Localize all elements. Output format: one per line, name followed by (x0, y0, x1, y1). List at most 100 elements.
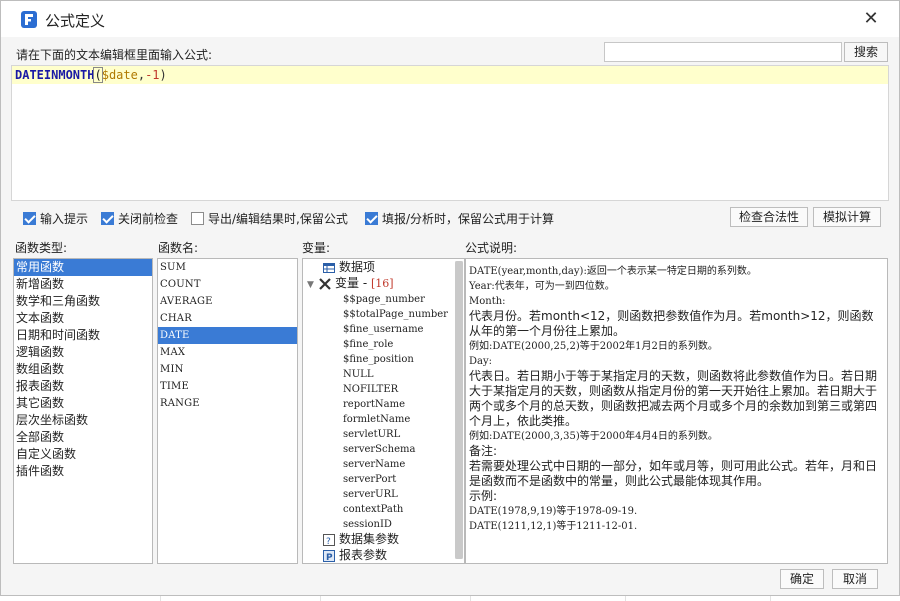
editor-close-paren: ) (159, 68, 167, 82)
function-types-heading: 函数类型: (15, 241, 68, 255)
variable-item[interactable]: formletName (343, 412, 410, 427)
variable-item[interactable]: $fine_role (343, 337, 393, 352)
function-type-item[interactable]: 逻辑函数 (14, 344, 152, 361)
function-type-item[interactable]: 层次坐标函数 (14, 412, 152, 429)
variable-item[interactable]: reportName (343, 397, 405, 412)
function-type-item[interactable]: 报表函数 (14, 378, 152, 395)
editor-variable-token: $date (101, 68, 138, 82)
data-items-label: 数据项 (339, 260, 376, 274)
keep-formula-on-fill-option[interactable]: 填报/分析时，保留公式用于计算 (365, 210, 554, 227)
check-before-close-checkbox[interactable] (101, 212, 114, 225)
function-type-item[interactable]: 插件函数 (14, 463, 152, 480)
function-type-item[interactable]: 文本函数 (14, 310, 152, 327)
dataset-params-node[interactable]: ? 数据集参数 (323, 532, 399, 547)
variable-item[interactable]: contextPath (343, 502, 403, 517)
variables-count: [16] (370, 277, 394, 290)
check-before-close-label: 关闭前检查 (118, 212, 179, 226)
description-line: Day: (469, 356, 492, 367)
variable-item[interactable]: $$page_number (343, 292, 425, 307)
description-line: DATE(1978,9,19)等于1978-09-19. (469, 506, 638, 517)
description-line: 例如:DATE(2000,25,2)等于2002年1月2日的系列数。 (469, 341, 718, 352)
variable-item[interactable]: serverName (343, 457, 405, 472)
title-bar: 公式定义 ✕ (1, 1, 899, 37)
variables-scrollbar[interactable] (455, 261, 463, 559)
search-button[interactable]: 搜索 (844, 42, 888, 62)
function-name-item[interactable]: RANGE (158, 395, 297, 412)
function-name-item[interactable]: DATE (158, 327, 297, 344)
close-icon[interactable]: ✕ (861, 9, 881, 29)
description-line: DATE(1211,12,1)等于1211-12-01. (469, 521, 638, 532)
simulate-calc-button[interactable]: 模拟计算 (813, 207, 881, 227)
editor-number-token: -1 (145, 68, 160, 82)
report-params-icon: P (323, 549, 335, 563)
search-input[interactable] (604, 42, 842, 62)
cancel-button[interactable]: 取消 (832, 569, 878, 589)
variable-item[interactable]: $$totalPage_number (343, 307, 448, 322)
variable-item[interactable]: servletURL (343, 427, 400, 442)
keep-formula-on-export-checkbox[interactable] (191, 212, 204, 225)
editor-comma: , (137, 68, 146, 82)
input-hint-label: 输入提示 (40, 212, 89, 226)
function-type-item[interactable]: 自定义函数 (14, 446, 152, 463)
function-types-list[interactable]: 常用函数 新增函数 数学和三角函数 文本函数 日期和时间函数 逻辑函数 数组函数… (13, 258, 153, 564)
function-name-item[interactable]: AVERAGE (158, 293, 297, 310)
variables-scroll-thumb[interactable] (455, 261, 463, 559)
variable-item[interactable]: sessionID (343, 517, 392, 532)
function-name-item[interactable]: SUM (158, 259, 297, 276)
description-line: 备注: (469, 444, 498, 458)
report-params-label: 报表参数 (339, 548, 388, 562)
description-line: Year:代表年，可为一到四位数。 (469, 281, 615, 292)
variable-item[interactable]: $fine_username (343, 322, 423, 337)
formula-definition-dialog: 公式定义 ✕ 请在下面的文本编辑框里面输入公式: 搜索 DATEINMONTH(… (0, 0, 900, 596)
input-hint-checkbox[interactable] (23, 212, 36, 225)
check-before-close-option[interactable]: 关闭前检查 (101, 210, 178, 227)
description-line: DATE(year,month,day):返回一个表示某一特定日期的系列数。 (469, 266, 757, 277)
variables-group-dash: - (359, 276, 371, 290)
function-name-item[interactable]: COUNT (158, 276, 297, 293)
chevron-down-icon[interactable]: ▼ (307, 278, 319, 293)
function-type-item[interactable]: 全部函数 (14, 429, 152, 446)
function-type-item[interactable]: 其它函数 (14, 395, 152, 412)
function-name-item[interactable]: CHAR (158, 310, 297, 327)
function-type-item[interactable]: 数学和三角函数 (14, 293, 152, 310)
ok-button[interactable]: 确定 (780, 569, 824, 589)
keep-formula-on-export-option[interactable]: 导出/编辑结果时,保留公式 (191, 210, 348, 227)
function-type-item[interactable]: 数组函数 (14, 361, 152, 378)
data-items-node[interactable]: 数据项 (323, 260, 375, 275)
table-icon (323, 262, 335, 274)
variables-group-label: 变量 (335, 276, 360, 290)
variable-item[interactable]: serverPort (343, 472, 396, 487)
variable-item[interactable]: $fine_position (343, 352, 414, 367)
function-type-item[interactable]: 新增函数 (14, 276, 152, 293)
svg-text:?: ? (326, 537, 331, 546)
variables-heading: 变量: (302, 241, 331, 255)
description-line: Month: (469, 296, 506, 307)
function-type-item[interactable]: 日期和时间函数 (14, 327, 152, 344)
variable-item[interactable]: serverURL (343, 487, 398, 502)
variable-item[interactable]: serverSchema (343, 442, 415, 457)
editor-current-line[interactable]: DATEINMONTH($date,-1) (12, 66, 888, 84)
function-name-item[interactable]: TIME (158, 378, 297, 395)
editor-function-token: DATEINMONTH (15, 68, 95, 82)
variables-tree[interactable]: 数据项 ▼ 变量 - [16] $$page_number $$totalPage… (302, 258, 465, 564)
description-line: 代表日。若日期小于等于某指定月的天数，则函数将此参数值作为日。若日期大于某指定月… (469, 369, 878, 428)
function-type-item[interactable]: 常用函数 (14, 259, 152, 276)
variable-item[interactable]: NOFILTER (343, 382, 398, 397)
input-hint-option[interactable]: 输入提示 (23, 210, 88, 227)
formula-description-panel: DATE(year,month,day):返回一个表示某一特定日期的系列数。 Y… (465, 258, 888, 564)
description-line: 示例: (469, 489, 498, 503)
formula-editor[interactable]: DATEINMONTH($date,-1) (11, 65, 889, 201)
function-names-heading: 函数名: (158, 241, 199, 255)
description-line: 代表月份。若month<12，则函数把参数值作为月。若month>12，则函数从… (469, 309, 874, 338)
variable-item[interactable]: NULL (343, 367, 373, 382)
function-name-item[interactable]: MIN (158, 361, 297, 378)
app-logo-icon (21, 11, 37, 28)
check-validity-button[interactable]: 检查合法性 (730, 207, 808, 227)
editor-open-paren: ( (93, 67, 103, 83)
function-names-list[interactable]: SUM COUNT AVERAGE CHAR DATE MAX MIN TIME… (157, 258, 298, 564)
variables-group-node[interactable]: ▼ 变量 - [16] (307, 276, 394, 291)
report-params-node[interactable]: P 报表参数 (323, 548, 387, 563)
keep-formula-on-fill-checkbox[interactable] (365, 212, 378, 225)
function-name-item[interactable]: MAX (158, 344, 297, 361)
dataset-params-icon: ? (323, 533, 335, 547)
